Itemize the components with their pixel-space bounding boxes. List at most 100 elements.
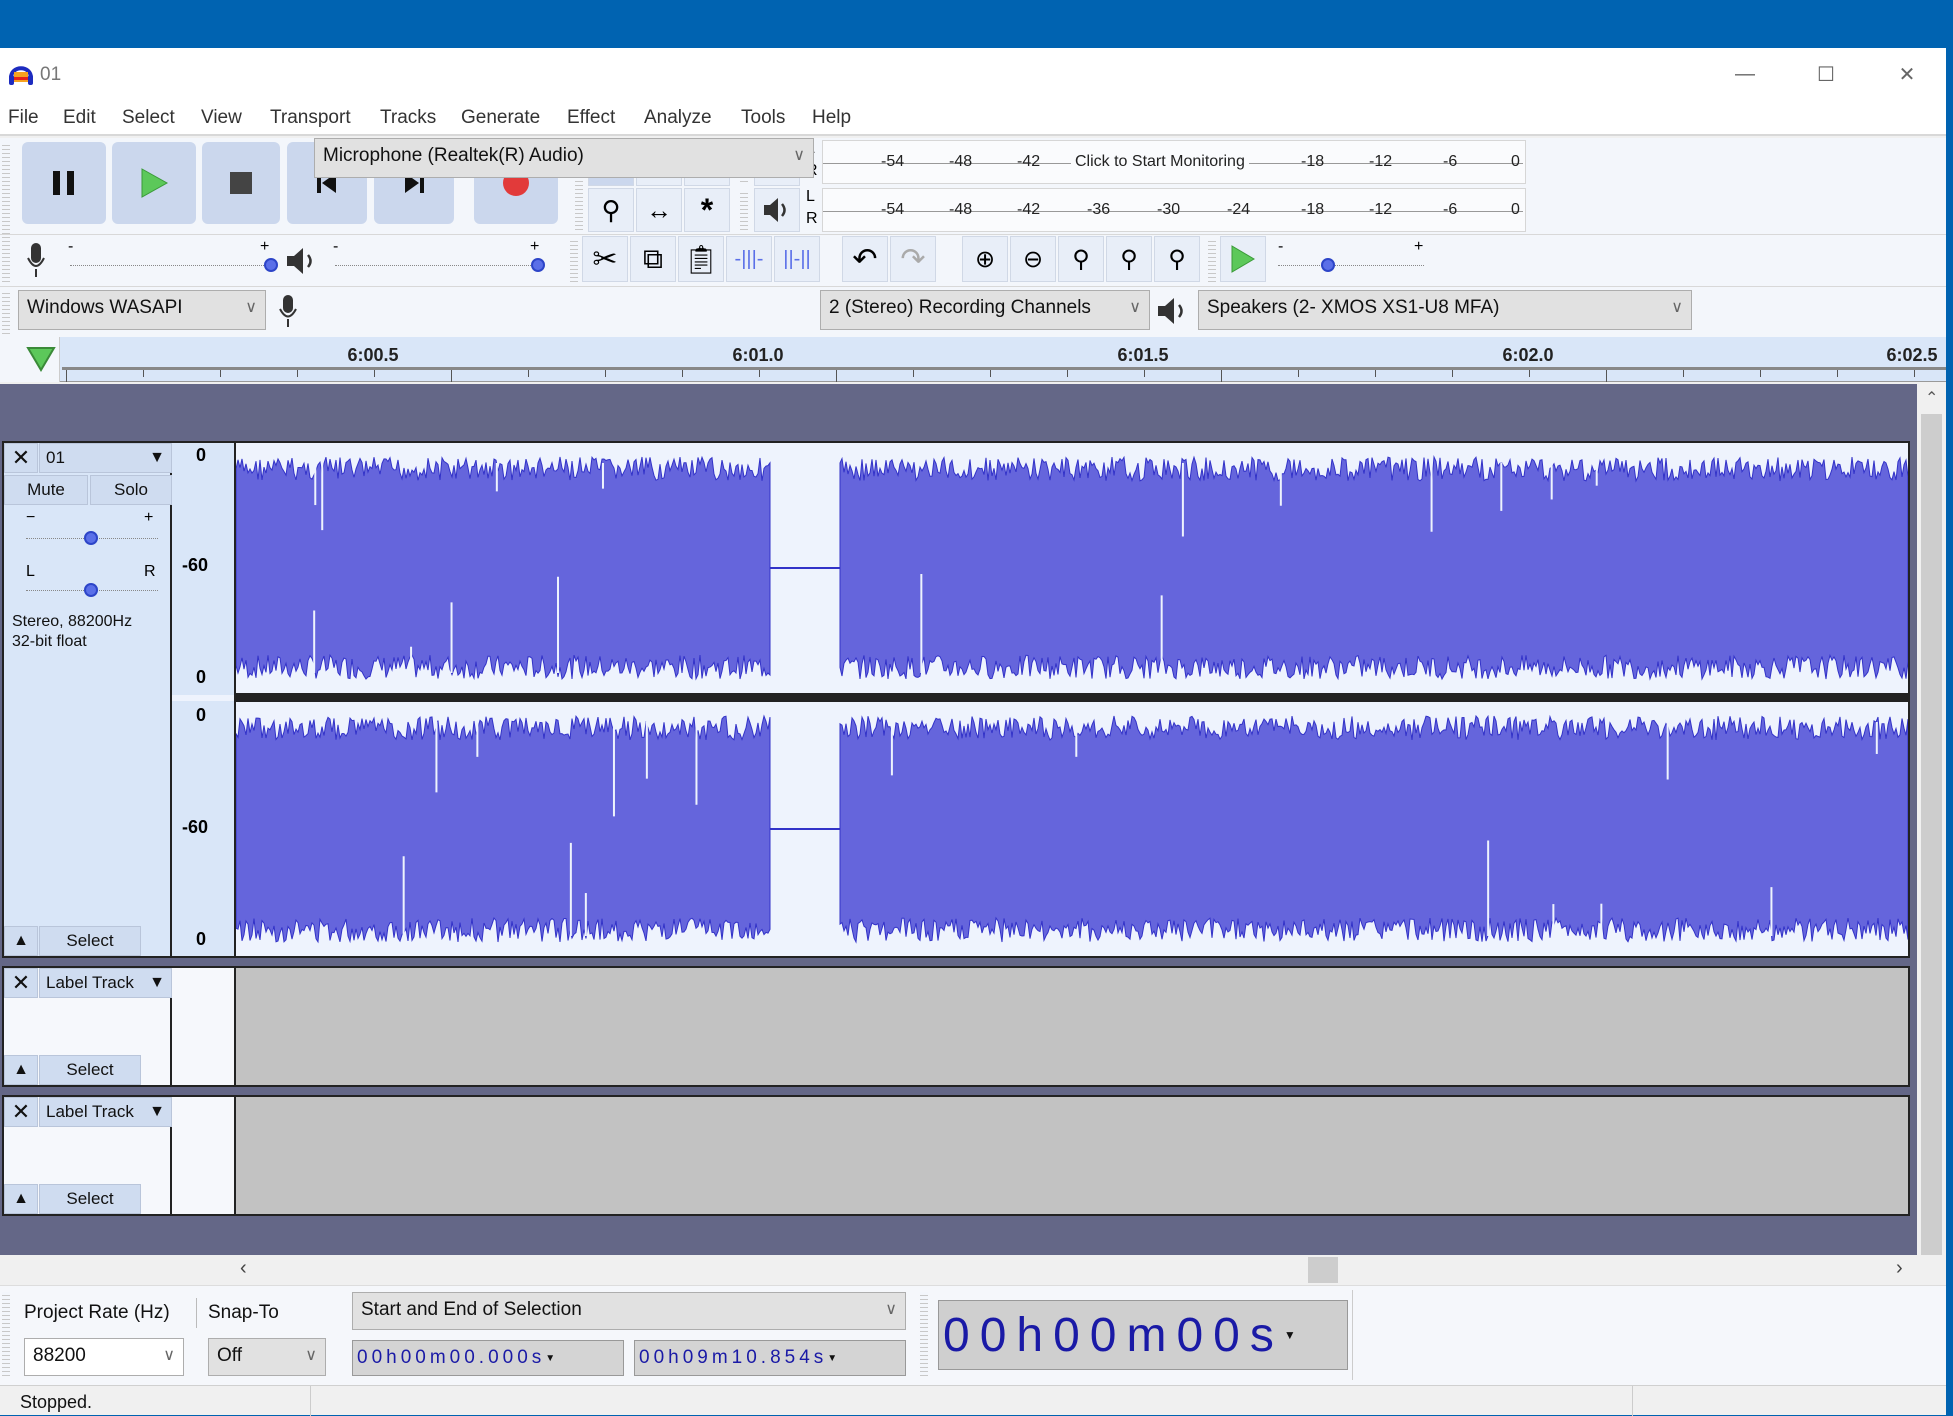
recording-volume-slider[interactable]	[70, 258, 278, 272]
stop-button[interactable]	[202, 142, 280, 224]
track-menu-button[interactable]: Label Track ▼	[39, 968, 172, 998]
menu-file[interactable]: File	[8, 107, 39, 129]
toolbar-grip[interactable]	[2, 238, 10, 282]
selection-mode-select[interactable]: Start and End of Selection ∨	[352, 1292, 906, 1330]
toolbar-grip[interactable]	[920, 1292, 928, 1376]
scrollbar-thumb[interactable]	[1308, 1257, 1338, 1283]
toolbar-grip[interactable]	[2, 1292, 10, 1376]
slider-thumb[interactable]	[1321, 258, 1335, 272]
zoom-out-button[interactable]: ⊖	[1010, 236, 1056, 282]
toolbar-grip[interactable]	[740, 190, 748, 230]
track-close-button[interactable]: ✕	[4, 968, 38, 998]
monitoring-prompt[interactable]: Click to Start Monitoring	[1071, 153, 1249, 171]
playback-meter[interactable]: -54 -48 -42 -36 -30 -24 -18 -12 -6 0	[822, 188, 1526, 232]
cut-button[interactable]: ✂	[582, 236, 628, 282]
scroll-left-icon[interactable]: ‹	[240, 1257, 247, 1280]
waveform-clip[interactable]	[839, 714, 1908, 944]
slider-thumb[interactable]	[531, 258, 545, 272]
playback-device-select[interactable]: Speakers (2- XMOS XS1-U8 MFA) ∨	[1198, 290, 1692, 330]
menu-help[interactable]: Help	[812, 107, 851, 129]
audio-position-time[interactable]: 00h00m00s ▼	[938, 1300, 1348, 1370]
silence-button[interactable]: ||-||	[774, 236, 820, 282]
menu-tools[interactable]: Tools	[741, 107, 785, 129]
waveform-right-channel[interactable]	[236, 702, 1908, 956]
window-title: 01	[40, 64, 62, 85]
project-rate-select[interactable]: 88200 ∨	[24, 1338, 184, 1376]
scroll-up-icon[interactable]: ⌃	[1925, 388, 1938, 408]
toolbar-grip[interactable]	[570, 238, 578, 282]
vertical-scrollbar[interactable]: ⌃ ⌄	[1917, 384, 1946, 1301]
slider-thumb[interactable]	[84, 531, 98, 545]
trim-button[interactable]: -|||-	[726, 236, 772, 282]
waveform-clip[interactable]	[236, 714, 771, 944]
slider-thumb[interactable]	[84, 583, 98, 597]
collapse-track-button[interactable]: ▲	[4, 1184, 38, 1214]
collapse-track-button[interactable]: ▲	[4, 926, 38, 956]
menu-view[interactable]: View	[201, 107, 242, 129]
solo-button[interactable]: Solo	[90, 475, 172, 505]
menu-effect[interactable]: Effect	[567, 107, 615, 129]
minimize-button[interactable]: —	[1715, 54, 1775, 94]
playback-volume-slider[interactable]	[335, 258, 545, 272]
menu-analyze[interactable]: Analyze	[644, 107, 712, 129]
mute-button[interactable]: Mute	[4, 475, 88, 505]
playback-speed-slider[interactable]	[1278, 258, 1424, 272]
track-select-button[interactable]: Select	[39, 926, 141, 956]
track-select-button[interactable]: Select	[39, 1184, 141, 1214]
undo-button[interactable]: ↶	[842, 236, 888, 282]
toolbar-grip[interactable]	[2, 290, 10, 334]
recording-channels-select[interactable]: 2 (Stereo) Recording Channels ∨	[820, 290, 1150, 330]
zoom-in-button[interactable]: ⊕	[962, 236, 1008, 282]
play-at-speed-button[interactable]	[1220, 236, 1266, 282]
vertical-ruler[interactable]: 0 -60 0 0 -60 0	[172, 441, 234, 958]
audio-host-select[interactable]: Windows WASAPI ∨	[18, 290, 266, 330]
fit-project-button[interactable]: ⚲	[1106, 236, 1152, 282]
track-menu-button[interactable]: Label Track ▼	[39, 1097, 172, 1127]
zoom-tool-button[interactable]: ⚲	[588, 188, 634, 232]
close-button[interactable]: ✕	[1877, 54, 1937, 94]
scroll-right-icon[interactable]: ›	[1896, 1257, 1903, 1280]
menu-generate[interactable]: Generate	[461, 107, 540, 129]
menu-tracks[interactable]: Tracks	[380, 107, 436, 129]
copy-button[interactable]: ⧉	[630, 236, 676, 282]
track-close-button[interactable]: ✕	[4, 443, 38, 473]
label-track-area[interactable]	[234, 1095, 1910, 1216]
scrollbar-thumb[interactable]	[1921, 414, 1942, 1274]
track-close-button[interactable]: ✕	[4, 1097, 38, 1127]
record-meter[interactable]: -54 -48 -42 Click to Start Monitoring -1…	[822, 140, 1526, 184]
play-button[interactable]	[112, 142, 196, 224]
play-head-icon[interactable]	[26, 346, 56, 372]
paste-button[interactable]: 📋︎	[678, 236, 724, 282]
fit-selection-button[interactable]: ⚲	[1058, 236, 1104, 282]
waveform-left-channel[interactable]	[236, 443, 1908, 693]
snap-to-select[interactable]: Off ∨	[208, 1338, 326, 1376]
redo-button[interactable]: ↷	[890, 236, 936, 282]
gain-slider[interactable]	[26, 531, 158, 545]
track-menu-button[interactable]: 01 ▼	[39, 443, 172, 473]
track-select-button[interactable]: Select	[39, 1055, 141, 1085]
pan-slider[interactable]	[26, 583, 158, 597]
slider-thumb[interactable]	[264, 258, 278, 272]
pause-button[interactable]	[22, 142, 106, 224]
timeline-ruler[interactable]: 6:00.5 6:01.0 6:01.5 6:02.0 6:02.5	[0, 337, 1946, 382]
toolbar-grip[interactable]	[1208, 238, 1216, 282]
maximize-button[interactable]: ☐	[1796, 54, 1856, 94]
selection-end-time[interactable]: 00h09m10.854s ▼	[634, 1340, 906, 1376]
multi-tool-button[interactable]: *	[684, 188, 730, 232]
time-shift-tool-button[interactable]: ↔	[636, 188, 682, 232]
recording-device-select[interactable]: Microphone (Realtek(R) Audio) ∨	[314, 138, 814, 178]
horizontal-scrollbar[interactable]: ‹ ›	[0, 1255, 1946, 1285]
ruler-tick	[1375, 370, 1376, 377]
zoom-toggle-button[interactable]: ⚲	[1154, 236, 1200, 282]
collapse-track-button[interactable]: ▲	[4, 1055, 38, 1085]
waveform-area[interactable]	[234, 441, 1910, 958]
menu-edit[interactable]: Edit	[63, 107, 96, 129]
audio-position-value: 00h00m00s	[943, 1308, 1284, 1362]
menu-transport[interactable]: Transport	[270, 107, 351, 129]
menu-select[interactable]: Select	[122, 107, 175, 129]
playback-meter-button[interactable]	[754, 188, 800, 232]
label-track-area[interactable]	[234, 966, 1910, 1087]
meter-tick: -12	[1369, 201, 1393, 218]
waveform-clip[interactable]	[839, 455, 1908, 681]
selection-start-time[interactable]: 00h00m00.000s ▼	[352, 1340, 624, 1376]
